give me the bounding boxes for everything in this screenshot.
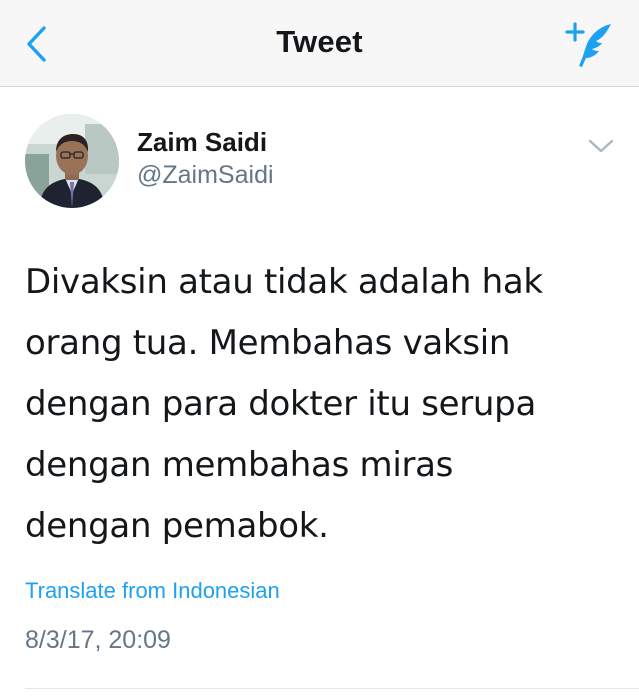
chevron-down-icon [588, 139, 614, 153]
tweet-text: Divaksin atau tidak adalah hak orang tua… [25, 252, 620, 557]
avatar[interactable] [25, 114, 119, 208]
tweet-text-line: dengan para dokter itu serupa [25, 384, 536, 424]
profile-photo [25, 114, 119, 208]
author-name[interactable]: Zaim Saidi [137, 127, 267, 158]
page-title: Tweet [276, 24, 363, 59]
tweet-options-button[interactable] [583, 128, 619, 164]
tweet-text-line: Divaksin atau tidak adalah hak [25, 262, 543, 302]
compose-tweet-button[interactable] [565, 20, 617, 70]
navigation-bar: Tweet [0, 0, 639, 87]
author-handle[interactable]: @ZaimSaidi [137, 161, 274, 190]
tweet-text-line: dengan pemabok. [25, 506, 329, 546]
translate-link[interactable]: Translate from Indonesian [25, 578, 280, 604]
tweet-timestamp: 8/3/17, 20:09 [25, 626, 171, 654]
tweet-text-line: dengan membahas miras [25, 445, 454, 485]
divider [25, 688, 639, 689]
tweet-detail-screen: Tweet Zaim Saidi @ZaimSaidi Divaksin ata… [0, 0, 639, 696]
tweet-text-line: orang tua. Membahas vaksin [25, 323, 511, 363]
compose-tweet-icon [565, 22, 611, 67]
